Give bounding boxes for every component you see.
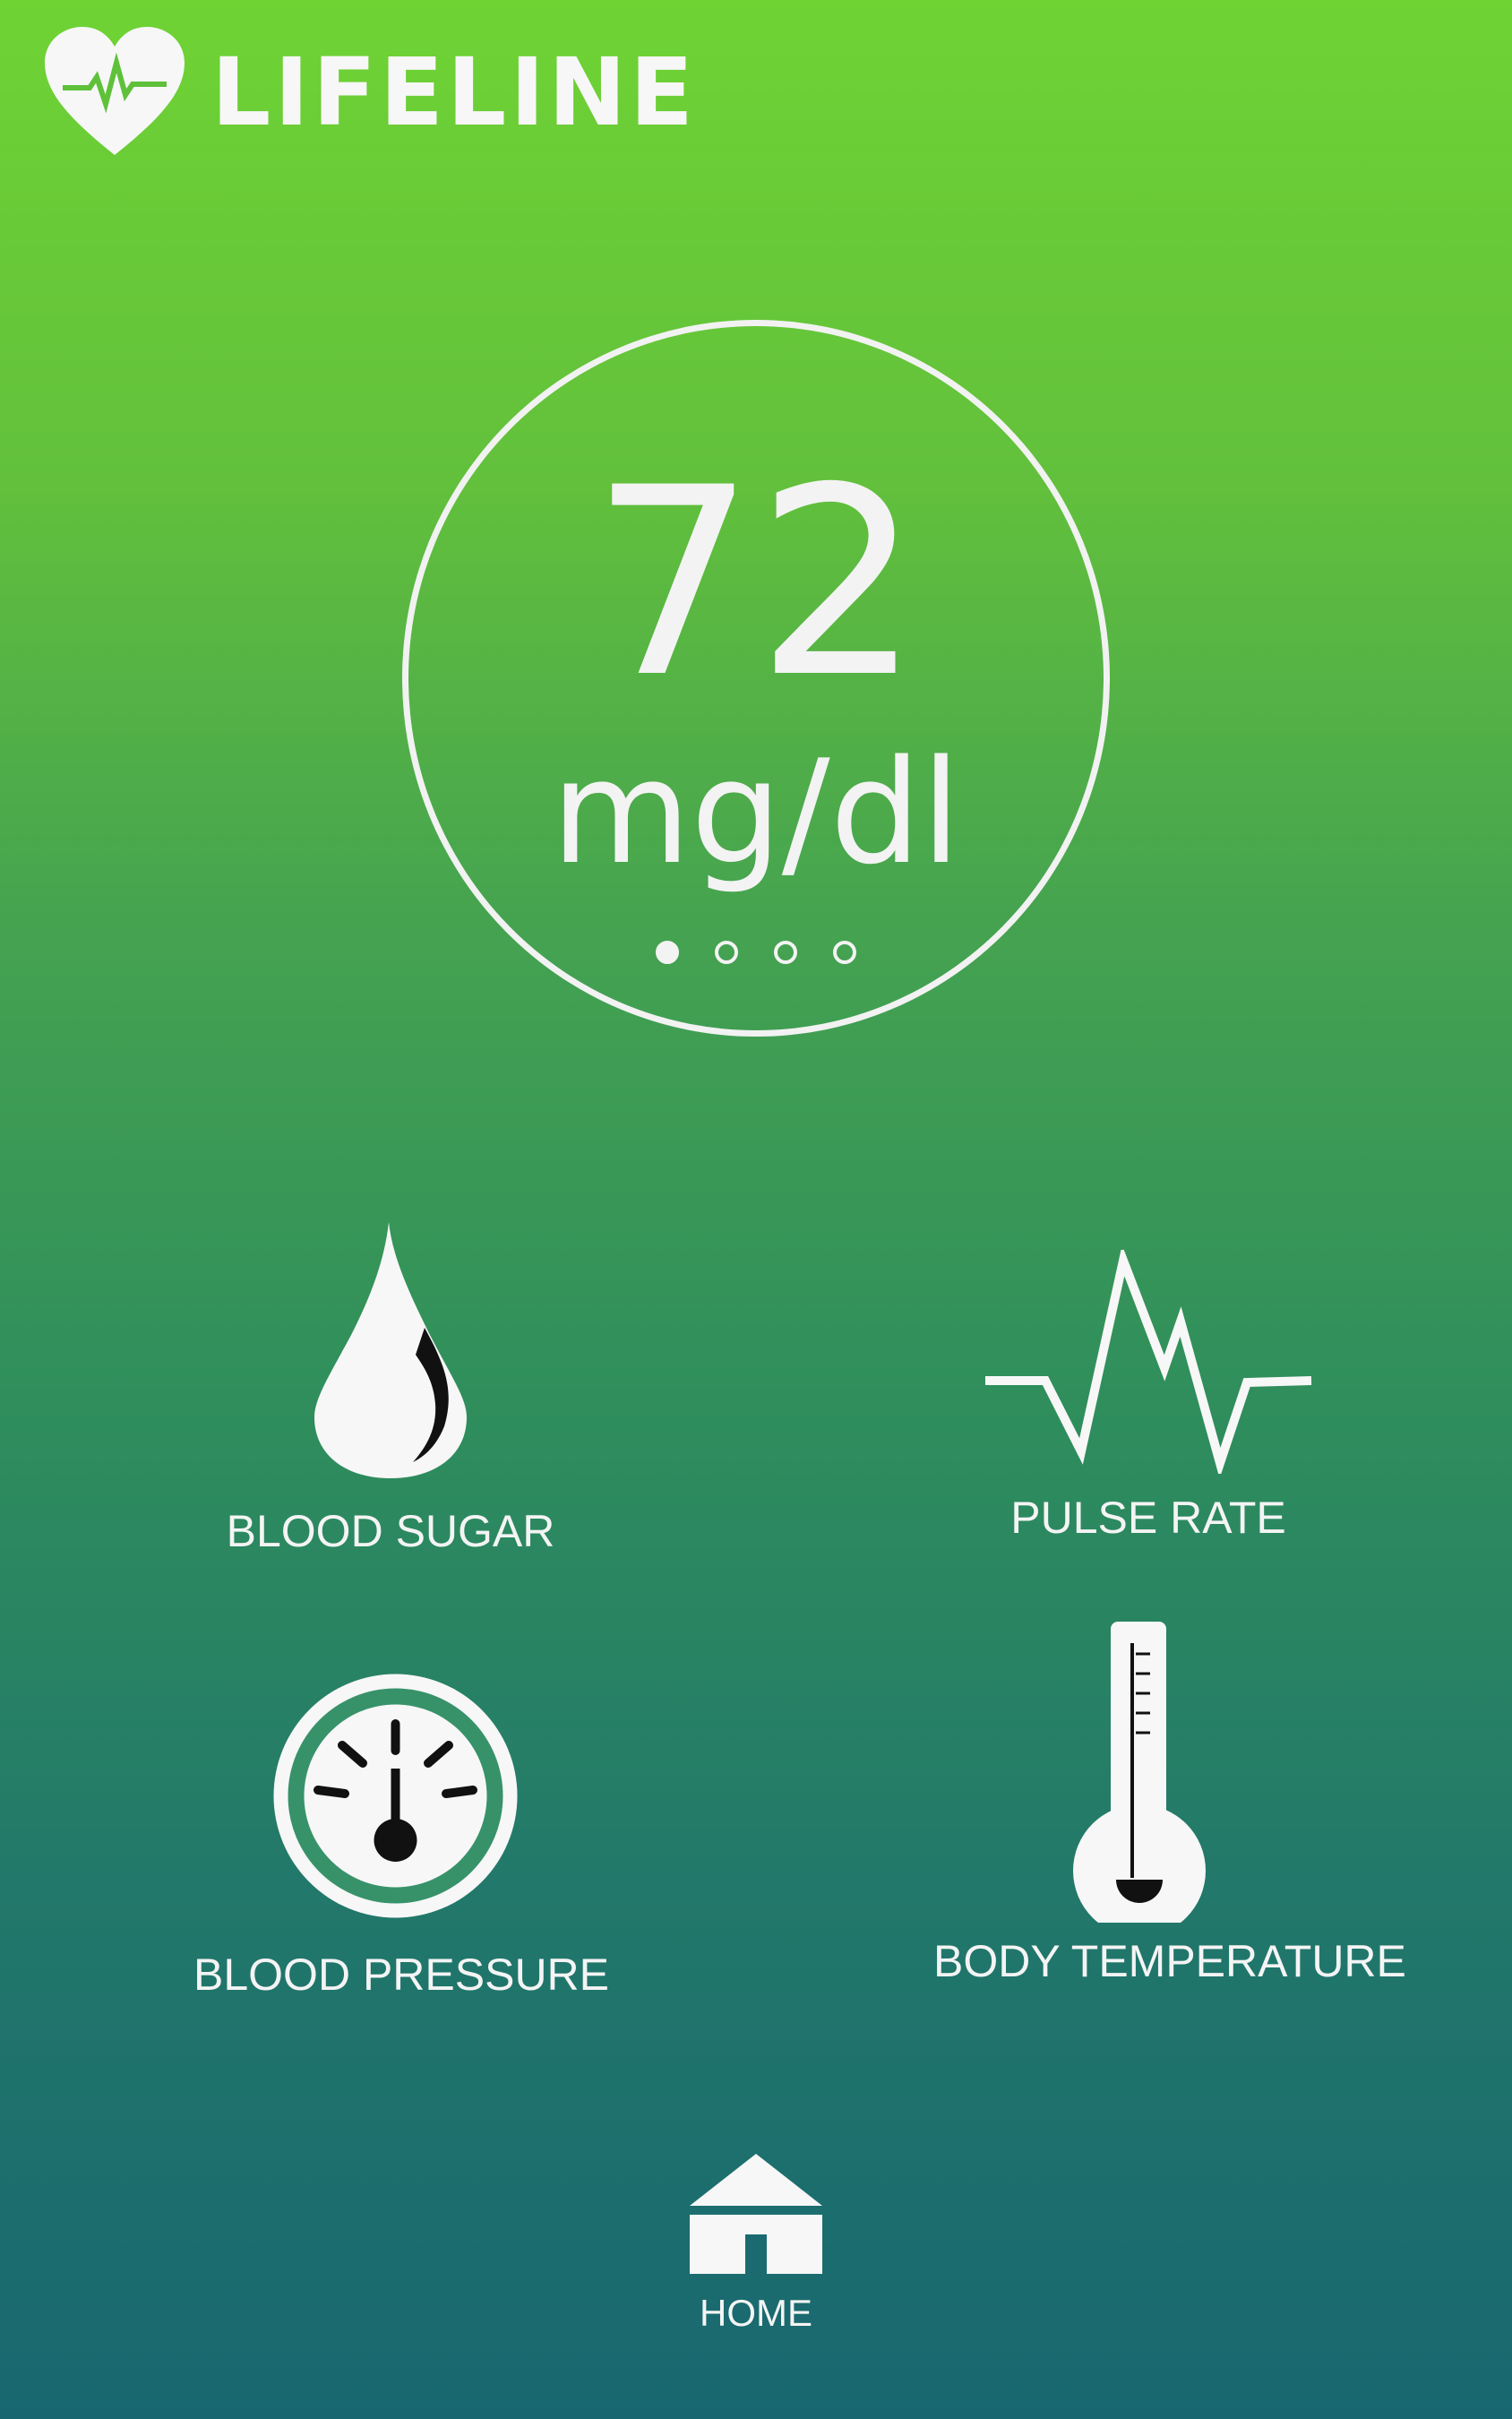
heart-pulse-icon [45, 27, 185, 155]
home-label: HOME [700, 2292, 812, 2334]
home-button[interactable]: HOME [666, 2150, 846, 2335]
app-title: LIFELINE [211, 38, 698, 147]
tile-blood-pressure[interactable]: BLOOD PRESSURE [193, 1668, 610, 2001]
tile-body-temperature[interactable]: BODY TEMPERATURE [933, 1618, 1406, 1987]
page-dot[interactable] [715, 941, 738, 964]
page-dot[interactable] [774, 941, 797, 964]
home-icon [690, 2154, 822, 2274]
tile-label: BLOOD PRESSURE [193, 1950, 610, 2000]
tile-label: PULSE RATE [1010, 1493, 1286, 1543]
thermometer-icon [1073, 1622, 1206, 1923]
page-dot[interactable] [833, 941, 856, 964]
page-dot[interactable] [656, 941, 679, 964]
reading-value: 72 [590, 433, 922, 735]
reading-display[interactable]: 72 mg/dl [402, 320, 1110, 1037]
tile-label: BODY TEMPERATURE [933, 1936, 1406, 1986]
pulse-wave-icon [985, 1250, 1312, 1474]
reading-unit: mg/dl [551, 728, 961, 896]
water-drop-icon [314, 1222, 467, 1478]
tile-label: BLOOD SUGAR [226, 1506, 555, 1556]
app-header: LIFELINE [43, 25, 697, 159]
tile-pulse-rate[interactable]: PULSE RATE [969, 1250, 1327, 1544]
gauge-icon [273, 1674, 517, 1918]
tile-blood-sugar[interactable]: BLOOD SUGAR [211, 1220, 570, 1557]
page-indicator [408, 941, 1104, 964]
